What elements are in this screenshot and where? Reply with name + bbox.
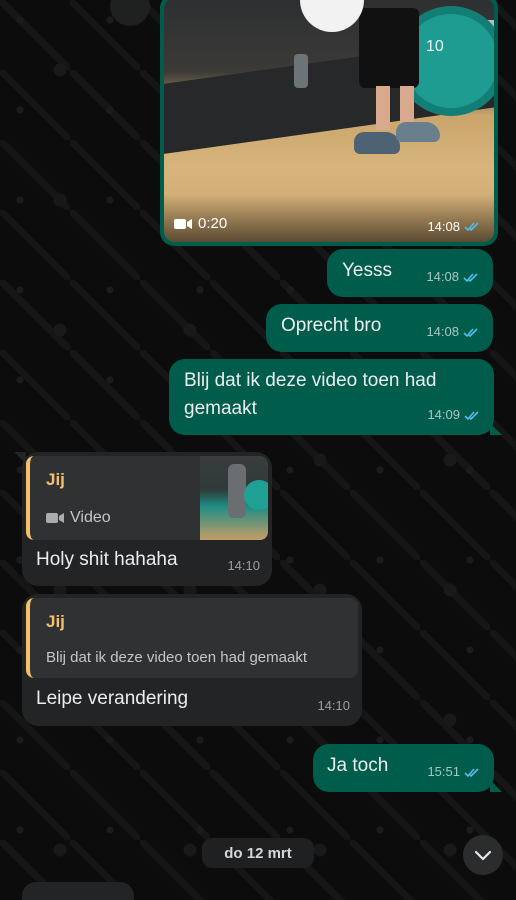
double-check-icon bbox=[463, 272, 478, 282]
message-time: 15:51 bbox=[427, 764, 460, 779]
outgoing-message[interactable]: Ja toch 15:51 bbox=[313, 744, 502, 792]
chevron-down-icon bbox=[474, 850, 492, 861]
date-separator: do 12 mrt bbox=[202, 838, 314, 868]
outgoing-message[interactable]: Yesss 14:08 bbox=[327, 249, 493, 297]
message-meta: 14:10 bbox=[227, 552, 260, 580]
message-text: Yesss bbox=[342, 260, 392, 281]
message-time: 14:10 bbox=[227, 558, 260, 573]
chat-area[interactable]: 10 0:20 14:08 Yesss 14:08 Oprecht bro 14… bbox=[0, 0, 516, 900]
video-camera-icon bbox=[174, 218, 192, 229]
message-text: Leipe verandering bbox=[36, 688, 189, 709]
message-time: 14:08 bbox=[426, 269, 459, 284]
bubble-tail bbox=[490, 423, 502, 435]
thumb-plate bbox=[244, 480, 268, 510]
thumb-person bbox=[228, 464, 246, 518]
bubble-tail bbox=[14, 452, 26, 464]
quote-video-thumbnail bbox=[200, 456, 268, 540]
quote-text: Blij dat ik deze video toen had gemaakt bbox=[46, 649, 307, 666]
double-check-icon bbox=[464, 767, 479, 777]
message-time: 14:08 bbox=[426, 324, 459, 339]
quote-type: Video bbox=[70, 509, 111, 526]
video-duration: 0:20 bbox=[174, 215, 227, 232]
date-separator-text: do 12 mrt bbox=[224, 844, 292, 862]
quoted-message[interactable]: Jij Video bbox=[26, 456, 268, 540]
incoming-message[interactable]: Jij Video Holy shit hahaha 14:10 bbox=[14, 452, 272, 586]
scroll-to-bottom-button[interactable] bbox=[463, 835, 503, 875]
quote-author: Jij bbox=[46, 470, 65, 489]
video-scene-shoe bbox=[396, 122, 440, 142]
message-text: Oprecht bro bbox=[281, 315, 382, 336]
message-text-line1: Blij dat ik deze video toen had bbox=[184, 370, 437, 391]
message-text-line2: gemaakt bbox=[184, 398, 257, 419]
double-check-icon bbox=[463, 327, 478, 337]
quote-subtitle: Video bbox=[46, 504, 111, 532]
message-meta: 14:08 bbox=[427, 219, 482, 234]
double-check-icon bbox=[464, 222, 479, 232]
video-duration-text: 0:20 bbox=[198, 215, 228, 232]
double-check-icon bbox=[464, 410, 479, 420]
quoted-message[interactable]: Jij Blij dat ik deze video toen had gema… bbox=[26, 598, 358, 678]
video-message[interactable]: 10 0:20 14:08 bbox=[160, 0, 498, 246]
video-thumbnail[interactable]: 10 0:20 14:08 bbox=[164, 0, 494, 242]
message-meta: 14:08 bbox=[426, 263, 481, 291]
message-meta: 14:08 bbox=[426, 318, 481, 346]
video-scene-leg bbox=[376, 86, 390, 130]
message-meta: 14:10 bbox=[317, 692, 350, 720]
outgoing-message[interactable]: Oprecht bro 14:08 bbox=[266, 304, 493, 352]
incoming-message-partial[interactable] bbox=[22, 882, 134, 900]
bubble-tail bbox=[490, 780, 502, 792]
message-text: Holy shit hahaha bbox=[36, 549, 178, 570]
play-button[interactable] bbox=[300, 0, 364, 32]
message-time: 14:08 bbox=[427, 219, 460, 234]
message-meta: 14:09 bbox=[427, 401, 482, 429]
message-meta: 15:51 bbox=[427, 758, 482, 786]
plate-label: 10 bbox=[426, 38, 444, 55]
outgoing-message[interactable]: Blij dat ik deze video toen had gemaakt … bbox=[169, 359, 502, 435]
video-scene-leg bbox=[400, 86, 414, 126]
message-time: 14:10 bbox=[317, 698, 350, 713]
video-camera-icon bbox=[46, 513, 64, 523]
quote-author: Jij bbox=[46, 612, 65, 631]
incoming-message[interactable]: Jij Blij dat ik deze video toen had gema… bbox=[22, 594, 362, 726]
top-partial-button[interactable] bbox=[110, 0, 150, 26]
video-scene-bottle bbox=[294, 54, 308, 88]
message-time: 14:09 bbox=[427, 407, 460, 422]
message-text: Ja toch bbox=[327, 755, 389, 776]
video-scene-person bbox=[359, 8, 419, 88]
video-scene-shoe bbox=[354, 132, 400, 154]
